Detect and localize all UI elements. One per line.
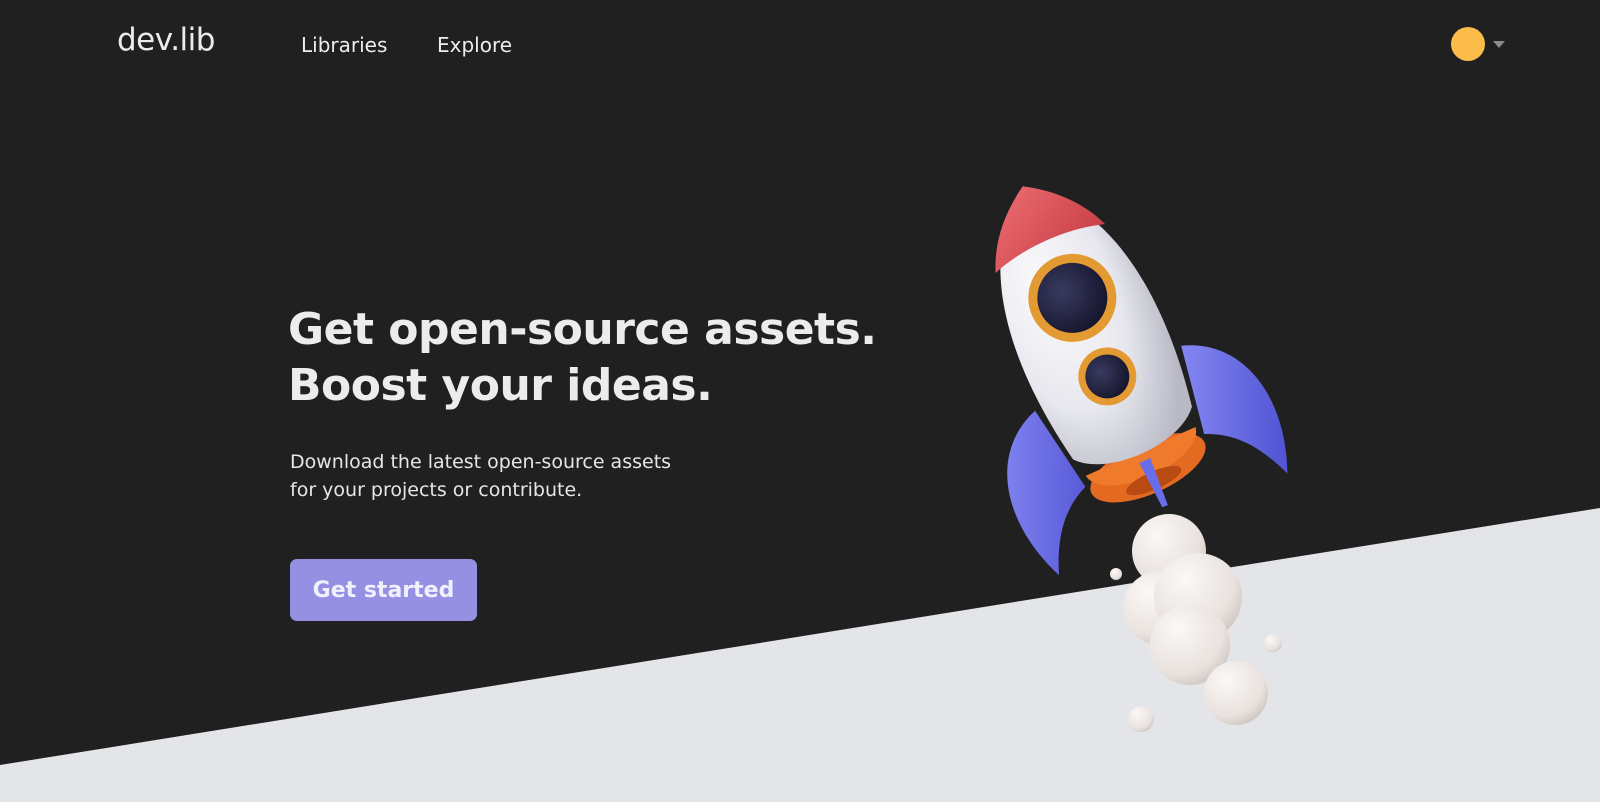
nav-link-explore[interactable]: Explore — [437, 33, 512, 57]
hero-subtitle-line-1: Download the latest open-source assets — [290, 451, 672, 473]
hero-title: Get open-source assets. Boost your ideas… — [288, 302, 877, 414]
user-avatar[interactable] — [1451, 27, 1485, 61]
get-started-button[interactable]: Get started — [290, 559, 477, 621]
nav-link-libraries[interactable]: Libraries — [301, 33, 387, 57]
user-menu[interactable] — [1451, 27, 1507, 63]
hero-subtitle: Download the latest open-source assets f… — [290, 448, 671, 504]
top-navigation: dev.lib Libraries Explore — [0, 0, 1600, 92]
hero-title-line-2: Boost your ideas. — [288, 360, 713, 411]
hero-title-line-1: Get open-source assets. — [288, 304, 877, 355]
landing-page: dev.lib Libraries Explore Get open-sourc… — [0, 0, 1600, 802]
logo[interactable]: dev.lib — [117, 22, 215, 58]
caret-down-icon[interactable] — [1493, 41, 1505, 48]
hero-subtitle-line-2: for your projects or contribute. — [290, 479, 583, 501]
